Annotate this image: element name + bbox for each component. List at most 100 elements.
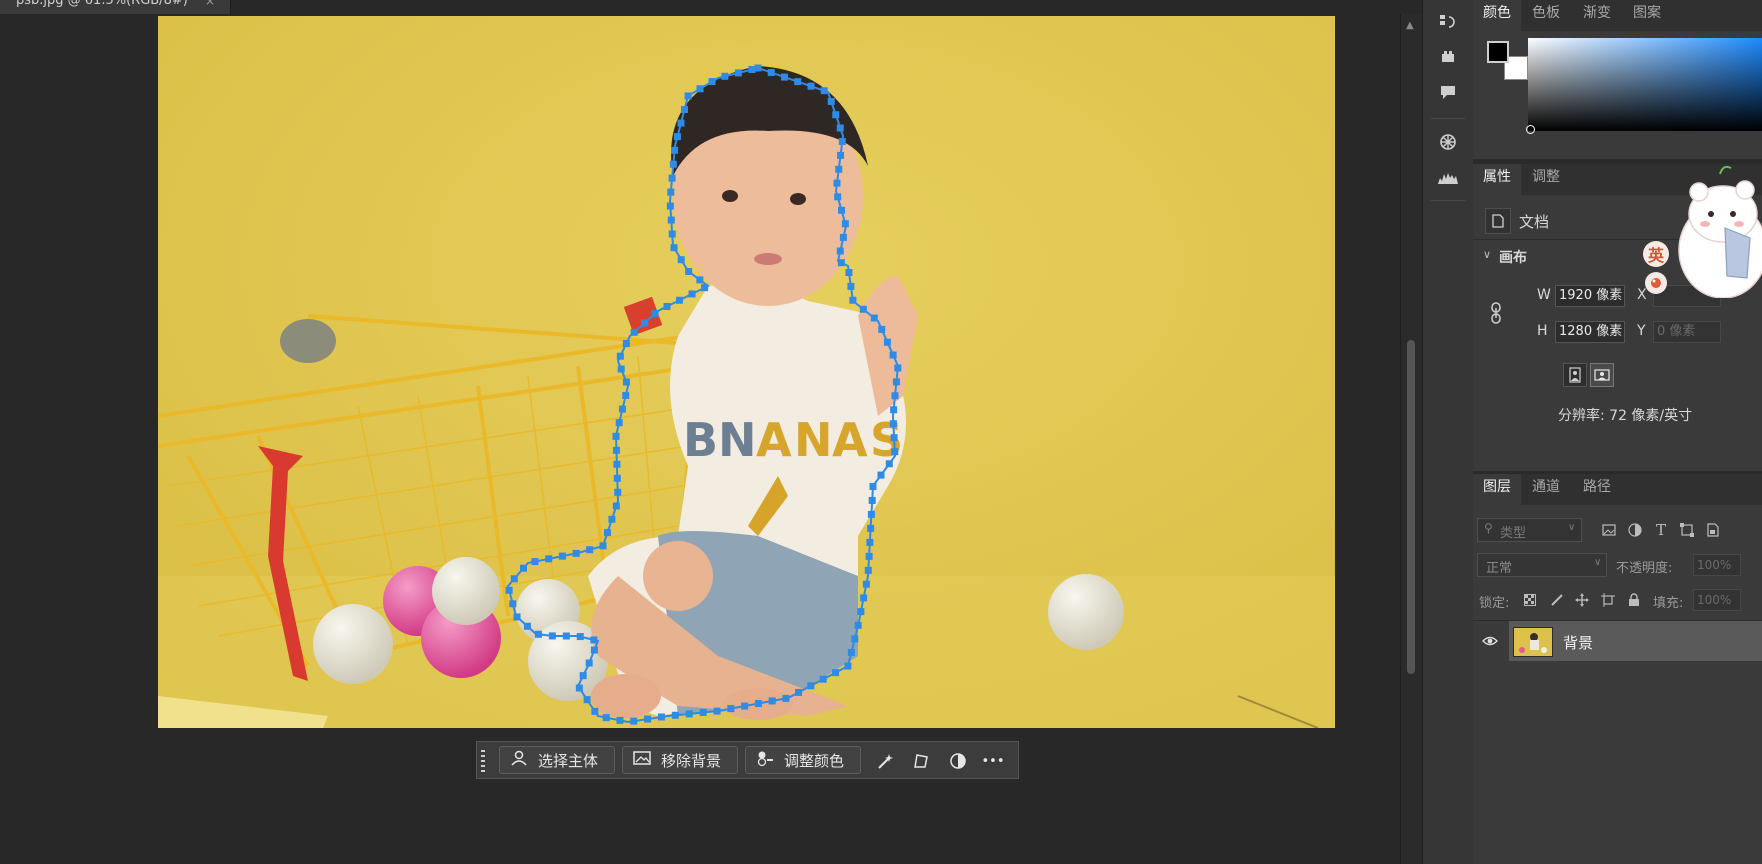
layer-filter-select[interactable]: ⚲ 类型 ∨ [1477,518,1582,542]
remove-background-button[interactable]: 移除背景 [622,746,738,774]
selection-anchor-point[interactable] [827,97,835,105]
selection-anchor-point[interactable] [663,302,671,310]
selection-anchor-point[interactable] [832,669,840,677]
selection-anchor-point[interactable] [838,206,846,214]
selection-anchor-point[interactable] [890,434,898,442]
selection-anchor-point[interactable] [866,538,874,546]
selection-anchor-point[interactable] [671,146,679,154]
landscape-orientation-icon[interactable] [1590,363,1614,387]
selection-anchor-point[interactable] [622,340,630,348]
tab-properties[interactable]: 属性 [1473,164,1521,195]
selection-anchor-point[interactable] [576,633,584,641]
selection-anchor-point[interactable] [618,405,626,413]
selection-anchor-point[interactable] [794,688,802,696]
tab-adjustments[interactable]: 调整 [1522,164,1570,195]
selection-anchor-point[interactable] [838,137,846,145]
transform-icon[interactable] [910,750,932,772]
selection-anchor-point[interactable] [668,230,676,238]
selection-anchor-point[interactable] [885,460,893,468]
selection-anchor-point[interactable] [833,179,841,187]
taskbar-drag-handle-icon[interactable] [480,749,486,773]
selection-anchor-point[interactable] [754,699,762,707]
filter-adjustment-icon[interactable] [1626,521,1644,539]
tab-paths[interactable]: 路径 [1573,474,1621,505]
selection-anchor-point[interactable] [641,319,649,327]
selection-anchor-point[interactable] [832,111,840,119]
selection-anchor-point[interactable] [859,305,867,313]
selection-anchor-point[interactable] [572,549,580,557]
selection-anchor-point[interactable] [844,662,852,670]
selection-anchor-point[interactable] [657,713,665,721]
selection-anchor-point[interactable] [877,471,885,479]
canvas-vertical-scrollbar[interactable]: ▲ [1400,14,1423,864]
selection-anchor-point[interactable] [699,708,707,716]
selection-anchor-point[interactable] [782,694,790,702]
selection-anchor-point[interactable] [748,65,756,73]
lock-transparent-pixels-icon[interactable] [1521,591,1539,609]
selection-anchor-point[interactable] [680,106,688,114]
selection-anchor-point[interactable] [868,496,876,504]
plugin-icon[interactable] [1436,45,1460,69]
selection-anchor-point[interactable] [849,296,857,304]
link-dimensions-icon[interactable] [1489,302,1503,324]
selection-anchor-point[interactable] [603,529,611,537]
selection-anchor-point[interactable] [768,697,776,705]
selection-anchor-point[interactable] [613,460,621,468]
selection-anchor-point[interactable] [837,259,845,267]
fill-field[interactable]: 100% [1693,589,1741,611]
color-picker-cursor[interactable] [1526,125,1535,134]
selection-anchor-point[interactable] [613,474,621,482]
selection-anchor-point[interactable] [741,702,749,710]
selection-anchor-point[interactable] [505,586,513,594]
selection-anchor-point[interactable] [807,682,815,690]
selection-anchor-point[interactable] [685,267,693,275]
selection-anchor-point[interactable] [615,419,623,427]
tab-patterns[interactable]: 图案 [1623,0,1671,31]
selection-anchor-point[interactable] [513,613,521,621]
selection-anchor-point[interactable] [622,378,630,386]
selection-anchor-point[interactable] [857,608,865,616]
selection-anchor-point[interactable] [545,555,553,563]
selection-anchor-point[interactable] [651,310,659,318]
blend-mode-select[interactable]: 正常 ∨ [1477,553,1607,577]
comments-icon[interactable] [1436,80,1460,104]
selection-anchor-point[interactable] [602,714,610,722]
selection-anchor-point[interactable] [841,220,849,228]
selection-anchor-point[interactable] [890,406,898,414]
selection-anchor-point[interactable] [894,364,902,372]
selection-anchor-point[interactable] [891,448,899,456]
magic-wand-icon[interactable] [874,750,896,772]
selection-anchor-point[interactable] [677,119,685,127]
selection-anchor-point[interactable] [891,392,899,400]
selection-anchor-point[interactable] [721,72,729,80]
selection-anchor-point[interactable] [834,193,842,201]
navigator-wheel-icon[interactable] [1436,130,1460,154]
selection-anchor-point[interactable] [701,284,709,292]
selection-anchor-point[interactable] [688,290,696,298]
contrast-icon[interactable] [947,750,969,772]
visibility-eye-icon[interactable] [1481,632,1499,650]
selection-anchor-point[interactable] [836,247,844,255]
ime-settings-icon[interactable] [1645,272,1667,294]
selection-anchor-point[interactable] [878,325,886,333]
selection-anchor-point[interactable] [713,707,721,715]
filter-type-icon[interactable]: T [1652,521,1670,539]
selection-anchor-point[interactable] [696,276,704,284]
selection-anchor-point[interactable] [870,314,878,322]
selection-anchor-point[interactable] [667,216,675,224]
selection-anchor-point[interactable] [864,566,872,574]
lock-image-pixels-icon[interactable] [1548,591,1566,609]
selection-anchor-point[interactable] [591,707,599,715]
more-options-icon[interactable]: ••• [982,750,1005,772]
selection-anchor-point[interactable] [837,151,845,159]
selection-anchor-point[interactable] [630,717,638,725]
selection-anchor-point[interactable] [616,352,624,360]
selection-anchor-point[interactable] [510,575,518,583]
selection-anchor-point[interactable] [531,558,539,566]
selection-anchor-point[interactable] [794,78,802,86]
selection-anchor-point[interactable] [892,378,900,386]
selection-anchor-point[interactable] [519,564,527,572]
selection-anchor-point[interactable] [614,488,622,496]
selection-anchor-point[interactable] [820,87,828,95]
selection-anchor-point[interactable] [684,92,692,100]
